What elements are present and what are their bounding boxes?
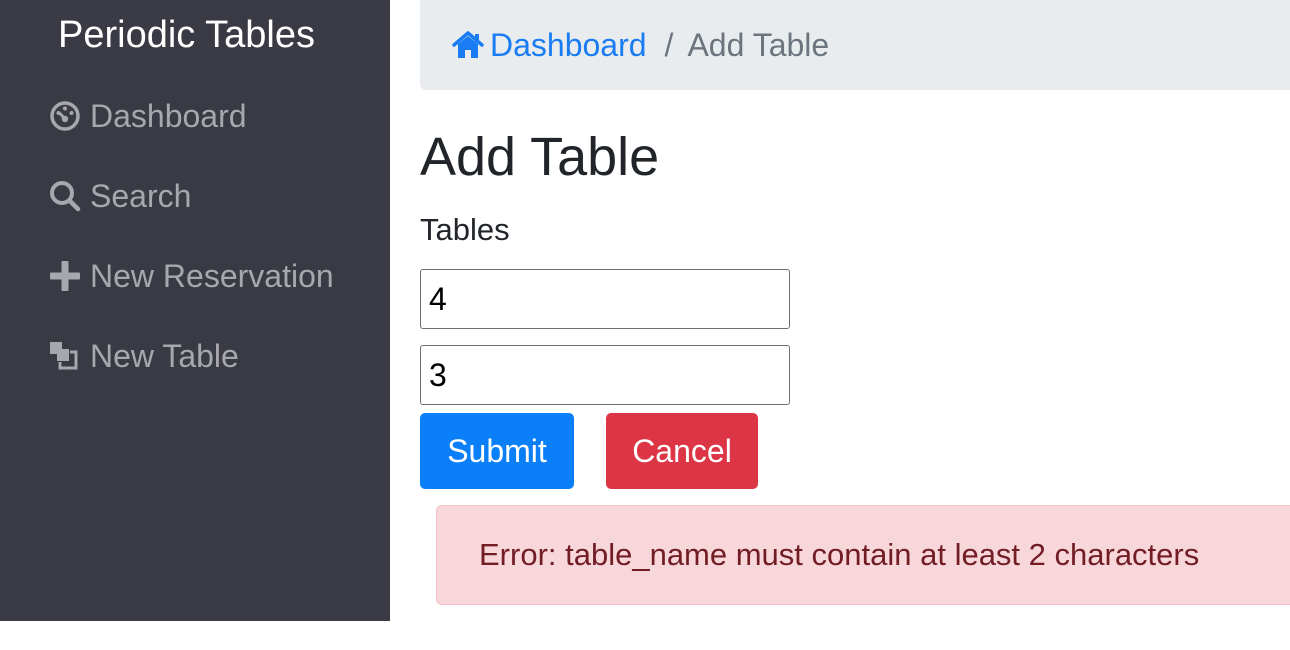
- capacity-input[interactable]: [420, 345, 790, 405]
- sidebar-item-label: New Reservation: [90, 257, 334, 294]
- breadcrumb-home-link[interactable]: Dashboard: [452, 27, 647, 64]
- sidebar-item-label: New Table: [90, 337, 239, 374]
- error-alert: Error: table_name must contain at least …: [436, 505, 1290, 605]
- search-icon: [48, 179, 82, 213]
- sidebar-item-search[interactable]: Search: [48, 176, 191, 216]
- page-title: Add Table: [420, 127, 660, 187]
- dashboard-gauge-icon: [48, 99, 82, 133]
- sidebar-item-new-table[interactable]: New Table: [48, 336, 239, 376]
- layers-icon: [48, 339, 82, 373]
- error-message: Error: table_name must contain at least …: [479, 537, 1200, 572]
- home-icon: [452, 30, 484, 60]
- breadcrumb-current: Add Table: [687, 26, 830, 63]
- table-name-input[interactable]: [420, 269, 790, 329]
- brand-title: Periodic Tables: [58, 14, 316, 56]
- tables-label: Tables: [420, 212, 510, 247]
- plus-icon: [48, 259, 82, 293]
- submit-button[interactable]: Submit: [420, 413, 574, 489]
- breadcrumb: Dashboard / Add Table: [420, 0, 1290, 90]
- sidebar-item-new-reservation[interactable]: New Reservation: [48, 256, 334, 296]
- sidebar-item-label: Search: [90, 177, 192, 214]
- cancel-button[interactable]: Cancel: [606, 413, 758, 489]
- breadcrumb-home-label: Dashboard: [490, 26, 647, 63]
- sidebar: Periodic Tables Dashboard Search New Res…: [0, 0, 390, 621]
- sidebar-item-label: Dashboard: [90, 97, 247, 134]
- breadcrumb-separator: /: [664, 26, 674, 63]
- sidebar-item-dashboard[interactable]: Dashboard: [48, 96, 247, 136]
